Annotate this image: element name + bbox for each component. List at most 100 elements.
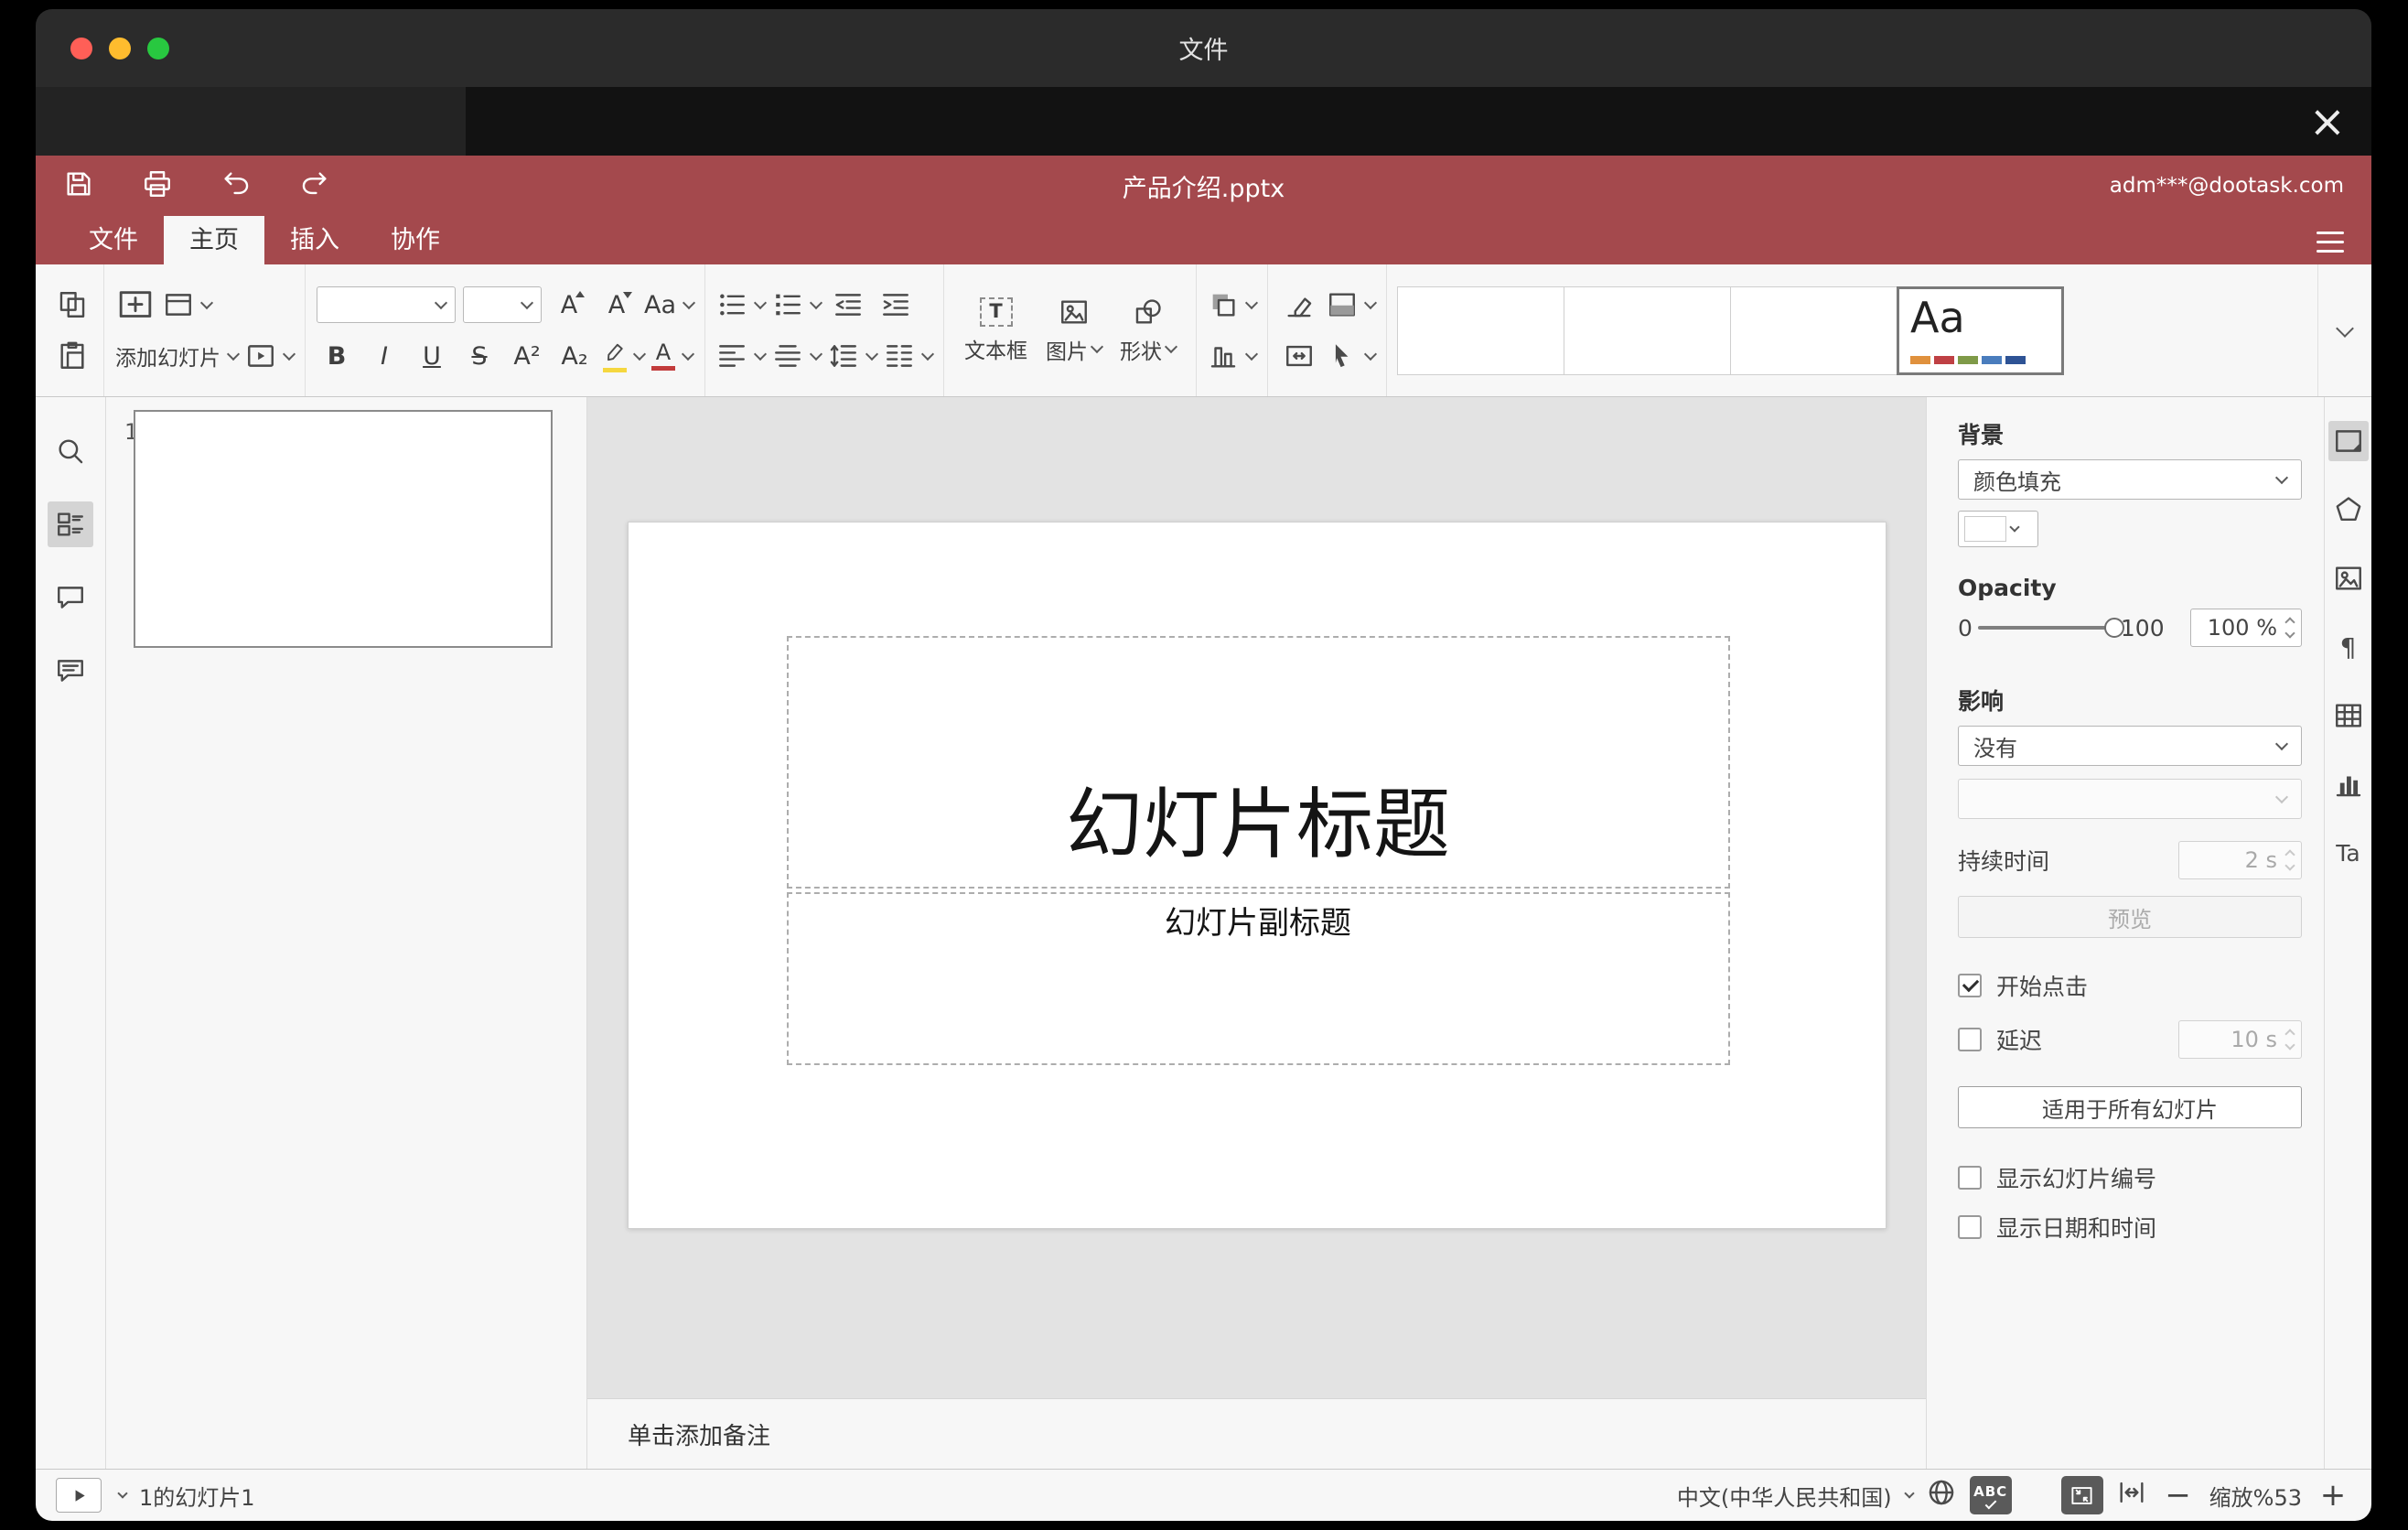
spellcheck-toggle[interactable]: ABC (1969, 1476, 2012, 1514)
table-settings-tab[interactable] (2328, 695, 2369, 736)
increase-font-button[interactable]: A (549, 284, 589, 326)
underline-button[interactable]: U (412, 335, 452, 377)
document-language-button[interactable] (1926, 1477, 1957, 1514)
notes-input[interactable]: 单击添加备注 (587, 1398, 1926, 1469)
slide-thumbnail[interactable] (134, 410, 553, 648)
minimize-window-button[interactable] (109, 37, 131, 59)
slider-knob[interactable] (2103, 618, 2124, 638)
fit-width-button[interactable] (2116, 1477, 2147, 1514)
textart-settings-tab[interactable]: Ta (2328, 833, 2369, 873)
slide-size-button[interactable] (1279, 335, 1319, 377)
theme-item[interactable] (1397, 286, 1565, 375)
font-color-button[interactable]: A (651, 335, 695, 377)
redo-button[interactable] (299, 168, 330, 203)
tab-home[interactable]: 主页 (164, 216, 264, 264)
align-shapes-button[interactable] (1208, 335, 1259, 377)
line-spacing-button[interactable] (828, 335, 879, 377)
opacity-slider[interactable] (1977, 618, 2124, 638)
slide-canvas[interactable]: 幻灯片标题 幻灯片副标题 (627, 522, 1887, 1229)
background-fill-select[interactable]: 颜色填充 (1958, 459, 2302, 500)
subscript-button[interactable]: A₂ (554, 335, 595, 377)
delay-checkbox[interactable] (1958, 1028, 1982, 1051)
effect-select[interactable]: 没有 (1958, 726, 2302, 766)
font-size-combo[interactable] (463, 286, 542, 323)
slide-layout-icon (166, 294, 191, 316)
zoom-window-button[interactable] (147, 37, 169, 59)
shape-settings-tab[interactable] (2328, 490, 2369, 530)
background-color-picker[interactable] (1958, 511, 2038, 547)
chat-panel-button[interactable] (48, 648, 93, 694)
start-slideshow-button[interactable] (56, 1478, 102, 1513)
decrease-font-button[interactable]: A (597, 284, 637, 326)
slide-settings-tab[interactable] (2327, 421, 2369, 461)
opacity-label: Opacity (1958, 575, 2057, 601)
clear-style-button[interactable] (1279, 284, 1319, 326)
effect-variant-select[interactable] (1958, 779, 2302, 819)
fit-slide-button[interactable] (2060, 1476, 2103, 1514)
change-case-button[interactable]: Aa (644, 284, 696, 326)
show-date-checkbox[interactable] (1958, 1215, 1982, 1239)
zoom-out-button[interactable]: − (2160, 1480, 2197, 1511)
close-window-button[interactable] (70, 37, 92, 59)
show-slide-number-checkbox[interactable] (1958, 1166, 1982, 1190)
horizontal-align-button[interactable] (716, 335, 768, 377)
chat-icon (58, 660, 83, 682)
italic-button[interactable]: I (364, 335, 404, 377)
insert-image-button[interactable]: 图片 (1037, 279, 1111, 382)
numbering-button[interactable] (772, 284, 823, 326)
comments-panel-button[interactable] (48, 575, 93, 620)
slide-title-placeholder[interactable]: 幻灯片标题 (786, 636, 1730, 889)
paragraph-settings-tab[interactable]: ¶ (2328, 627, 2369, 667)
arrange-shapes-button[interactable] (1208, 284, 1259, 326)
strikeout-button[interactable]: S (459, 335, 500, 377)
tab-file[interactable]: 文件 (63, 216, 164, 264)
slideshow-options-chevron-icon[interactable] (117, 1487, 128, 1499)
insert-textbox-button[interactable]: T 文本框 (955, 279, 1037, 382)
insert-shape-button[interactable]: 形状 (1111, 279, 1185, 382)
paste-button[interactable] (52, 335, 92, 377)
apply-to-all-slides-button[interactable]: 适用于所有幻灯片 (1958, 1086, 2302, 1128)
close-icon[interactable]: × (2309, 100, 2346, 144)
add-slide-button[interactable] (115, 284, 156, 326)
undo-button[interactable] (220, 168, 252, 203)
color-scheme-button[interactable] (1327, 284, 1378, 326)
bullets-button[interactable] (716, 284, 768, 326)
add-slide-dropdown[interactable]: 添加幻灯片 (115, 335, 241, 377)
theme-item[interactable] (1730, 286, 1898, 375)
select-tool-button[interactable] (1327, 335, 1378, 377)
copy-button[interactable] (52, 284, 92, 326)
start-on-click-checkbox[interactable] (1958, 974, 1982, 997)
opacity-input[interactable]: 100 % (2190, 609, 2302, 647)
save-button[interactable] (63, 168, 94, 203)
decrease-indent-button[interactable] (828, 284, 868, 326)
search-button[interactable] (48, 428, 93, 474)
bold-button[interactable]: B (317, 335, 357, 377)
tab-insert[interactable]: 插入 (264, 216, 365, 264)
superscript-button[interactable]: A² (507, 335, 547, 377)
slides-panel-button[interactable] (48, 501, 93, 547)
slide-subtitle-placeholder[interactable]: 幻灯片副标题 (786, 892, 1730, 1065)
slide-layout-button[interactable] (163, 284, 214, 326)
vertical-align-button[interactable] (772, 335, 823, 377)
chevron-down-icon (199, 296, 214, 309)
chart-settings-tab[interactable] (2328, 764, 2369, 804)
spinner-arrows-icon[interactable] (2284, 617, 2295, 639)
tab-collaboration[interactable]: 协作 (365, 216, 466, 264)
preview-slideshow-button[interactable] (245, 335, 296, 377)
themes-expand-button[interactable] (2318, 264, 2366, 396)
align-left-icon (719, 345, 745, 367)
theme-item-selected[interactable]: Aa (1897, 286, 2065, 375)
delay-input[interactable]: 10 s (2178, 1020, 2302, 1059)
image-settings-tab[interactable] (2328, 558, 2369, 598)
menu-icon[interactable] (2317, 232, 2344, 253)
theme-item[interactable] (1564, 286, 1732, 375)
print-button[interactable] (142, 168, 173, 203)
highlight-color-button[interactable] (602, 335, 647, 377)
columns-button[interactable] (884, 335, 935, 377)
duration-input[interactable]: 2 s (2178, 841, 2302, 879)
font-name-combo[interactable] (317, 286, 456, 323)
language-selector[interactable]: 中文(中华人民共和国) (1677, 1480, 1915, 1512)
preview-button[interactable]: 预览 (1958, 896, 2302, 938)
increase-indent-button[interactable] (876, 284, 916, 326)
zoom-in-button[interactable]: + (2315, 1480, 2351, 1511)
